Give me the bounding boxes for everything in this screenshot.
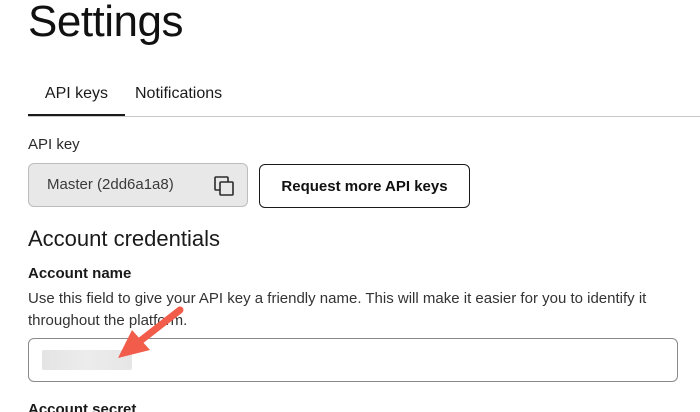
account-name-help-text: Use this field to give your API key a fr… xyxy=(28,290,647,329)
settings-page: Settings API keys Notifications API key … xyxy=(0,0,700,412)
page-title: Settings xyxy=(28,0,183,46)
request-more-api-keys-button[interactable]: Request more API keys xyxy=(259,164,470,208)
account-name-label: Account name xyxy=(28,265,132,282)
account-secret-label: Account secret xyxy=(28,401,137,412)
tab-bar: API keys Notifications xyxy=(28,76,700,117)
api-key-select[interactable]: Master (2dd6a1a8) xyxy=(28,163,248,207)
account-credentials-heading: Account credentials xyxy=(28,226,220,251)
account-name-input[interactable] xyxy=(28,338,678,382)
api-key-label: API key xyxy=(28,136,80,153)
api-key-selected-value: Master (2dd6a1a8) xyxy=(47,176,174,193)
copy-icon[interactable] xyxy=(213,175,235,197)
tab-api-keys[interactable]: API keys xyxy=(28,76,125,116)
tab-notifications[interactable]: Notifications xyxy=(135,76,222,116)
